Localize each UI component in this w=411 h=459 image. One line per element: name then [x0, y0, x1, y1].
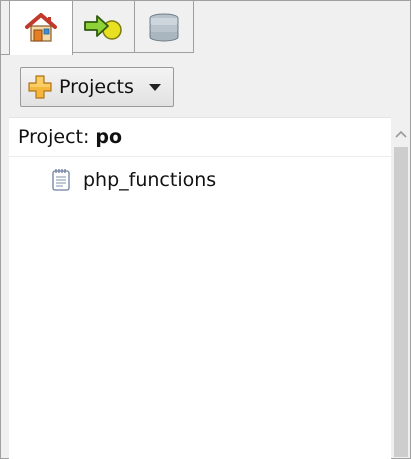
- home-icon: [24, 12, 58, 44]
- file-icon: [51, 168, 71, 192]
- projects-button-label: Projects: [59, 76, 134, 98]
- tab-strip: [1, 1, 410, 55]
- tab-home[interactable]: [9, 1, 73, 55]
- project-tree: Project: po php_functions: [9, 117, 391, 459]
- vertical-scrollbar[interactable]: [392, 117, 410, 458]
- tree-item-php-functions[interactable]: php_functions: [51, 166, 216, 194]
- project-panel: Projects Project: po php_functions: [0, 0, 411, 459]
- run-arrow-icon: [83, 12, 125, 42]
- database-icon: [147, 11, 181, 43]
- project-header: Project: po: [9, 118, 391, 157]
- tree-item-label: php_functions: [83, 169, 217, 191]
- scroll-thumb[interactable]: [394, 147, 408, 457]
- project-label: Project:: [18, 126, 90, 148]
- project-name: po: [95, 126, 123, 148]
- tab-run[interactable]: [72, 1, 135, 53]
- scroll-up-button[interactable]: [392, 117, 410, 147]
- chevron-down-icon: [148, 83, 161, 91]
- add-project-icon: [27, 74, 53, 100]
- content-area: Projects Project: po php_functions: [9, 54, 410, 459]
- tab-database[interactable]: [134, 1, 194, 53]
- projects-dropdown-button[interactable]: Projects: [20, 67, 174, 107]
- chevron-up-icon: [395, 123, 407, 142]
